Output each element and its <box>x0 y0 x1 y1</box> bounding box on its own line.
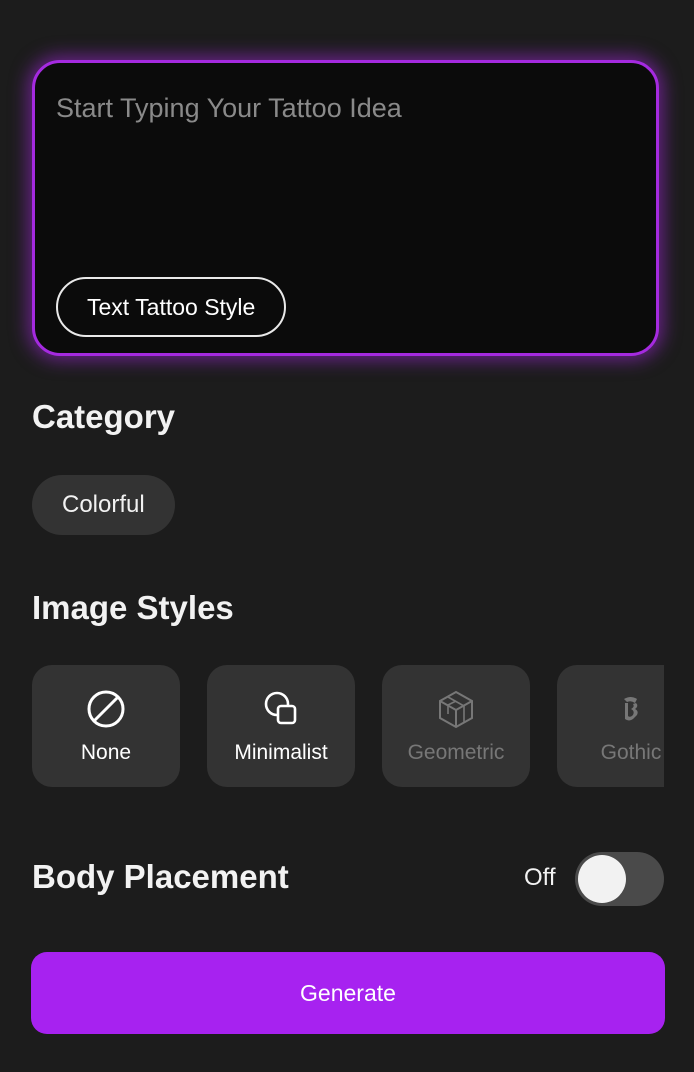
text-tattoo-style-button[interactable]: Text Tattoo Style <box>56 277 287 337</box>
body-placement-title: Body Placement <box>32 858 289 895</box>
tattoo-generator-screen: Text Tattoo Style Category Colorful Imag… <box>0 0 694 1072</box>
style-card-label: Gothic <box>600 741 662 764</box>
overlapping-shapes-icon <box>264 691 297 725</box>
style-card-geometric[interactable]: Geometric <box>382 665 530 787</box>
style-card-label: None <box>80 741 132 764</box>
toggle-knob <box>578 855 626 903</box>
no-symbol-icon <box>87 690 125 728</box>
body-placement-toggle[interactable] <box>575 852 664 906</box>
gothic-letter-icon <box>624 697 638 721</box>
geometric-cube-icon <box>439 690 473 729</box>
style-card-label: Minimalist <box>234 741 328 764</box>
image-styles-list: None Minimalist Geometric Gothic <box>32 665 664 787</box>
image-styles-title: Image Styles <box>32 589 234 626</box>
style-card-gothic[interactable]: Gothic <box>557 665 664 787</box>
prompt-box: Text Tattoo Style <box>32 60 659 356</box>
category-pill-colorful[interactable]: Colorful <box>32 475 175 535</box>
category-title: Category <box>32 398 176 435</box>
style-card-none[interactable]: None <box>32 665 180 787</box>
style-card-minimalist[interactable]: Minimalist <box>207 665 355 787</box>
generate-button[interactable]: Generate <box>31 952 665 1034</box>
tattoo-idea-input[interactable] <box>56 93 636 273</box>
style-card-label: Geometric <box>407 741 505 764</box>
body-placement-toggle-label: Off <box>524 864 556 891</box>
